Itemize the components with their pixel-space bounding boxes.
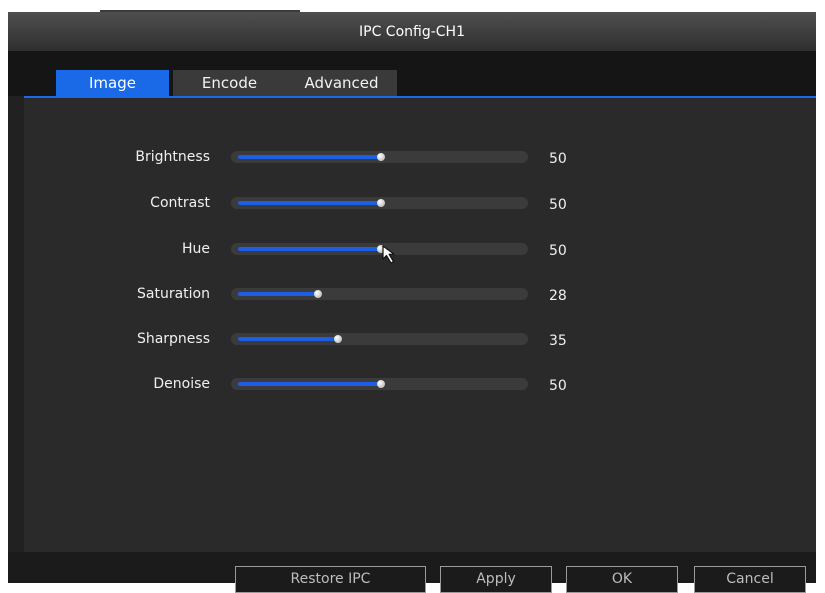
saturation-slider[interactable] — [231, 288, 528, 300]
brightness-value: 50 — [549, 151, 567, 167]
restore-ipc-button[interactable]: Restore IPC — [235, 566, 426, 593]
denoise-slider-thumb[interactable] — [377, 380, 385, 388]
contrast-row: Contrast 50 — [24, 191, 816, 215]
hue-slider-fill — [238, 247, 381, 251]
brightness-slider[interactable] — [231, 151, 528, 163]
brightness-label: Brightness — [135, 149, 210, 165]
tab-advanced[interactable]: Advanced — [286, 70, 397, 96]
dialog-title: IPC Config-CH1 — [8, 12, 816, 51]
brightness-slider-fill — [238, 155, 381, 159]
hue-value: 50 — [549, 243, 567, 259]
hue-row: Hue 50 — [24, 237, 816, 261]
apply-button[interactable]: Apply — [440, 566, 552, 593]
saturation-value: 28 — [549, 288, 567, 304]
contrast-slider-fill — [238, 201, 381, 205]
image-settings-panel: Brightness 50 Contrast 50 Hue 50 Saturat… — [24, 98, 816, 552]
denoise-value: 50 — [549, 378, 567, 394]
cancel-button[interactable]: Cancel — [694, 566, 806, 593]
sharpness-slider[interactable] — [231, 333, 528, 345]
contrast-slider[interactable] — [231, 197, 528, 209]
sharpness-slider-thumb[interactable] — [334, 335, 343, 343]
sharpness-label: Sharpness — [136, 331, 210, 347]
ipc-config-dialog: IPC Config-CH1 Image Encode Advanced Bri… — [8, 12, 816, 593]
saturation-slider-thumb[interactable] — [314, 290, 323, 298]
sharpness-value: 35 — [549, 333, 567, 349]
sharpness-row: Sharpness 35 — [24, 327, 816, 351]
saturation-slider-fill — [238, 292, 319, 296]
ok-button[interactable]: OK — [566, 566, 678, 593]
saturation-label: Saturation — [137, 286, 210, 302]
contrast-label: Contrast — [150, 195, 210, 211]
brightness-slider-thumb[interactable] — [377, 153, 385, 161]
brightness-row: Brightness 50 — [24, 145, 816, 169]
hue-label: Hue — [181, 241, 210, 257]
denoise-slider[interactable] — [231, 378, 528, 390]
contrast-value: 50 — [549, 197, 567, 213]
sharpness-slider-fill — [238, 337, 339, 341]
top-edge-strip — [0, 0, 825, 12]
contrast-slider-thumb[interactable] — [377, 199, 385, 207]
tab-image[interactable]: Image — [56, 70, 169, 96]
mouse-pointer-icon — [382, 245, 395, 264]
saturation-row: Saturation 28 — [24, 282, 816, 306]
denoise-label: Denoise — [153, 376, 210, 392]
denoise-row: Denoise 50 — [24, 372, 816, 396]
denoise-slider-fill — [238, 382, 381, 386]
dialog-footer: Restore IPC Apply OK Cancel — [8, 552, 816, 593]
tab-encode[interactable]: Encode — [173, 70, 286, 96]
